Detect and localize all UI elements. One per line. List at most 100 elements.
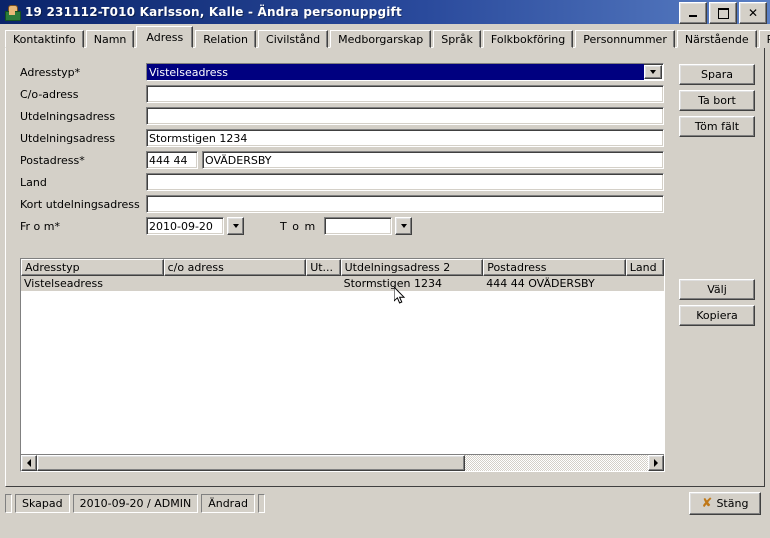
tab-adress[interactable]: Adress: [136, 26, 194, 48]
valj-button[interactable]: Välj: [679, 279, 755, 300]
chevron-right-icon: [654, 459, 658, 467]
field-row-kort-utdelningsadress: Kort utdelningsadress: [20, 195, 665, 213]
tab-narstaende[interactable]: Närstående: [676, 30, 757, 48]
kort-utdelningsadress-input[interactable]: [146, 195, 664, 213]
tab-page-adress: Adresstyp* Vistelseadress C/o-adress Utd…: [5, 47, 765, 487]
window-controls: ✕: [679, 2, 767, 24]
postadress-city-input[interactable]: OVÄDERSBY: [202, 151, 664, 169]
tab-sprak[interactable]: Språk: [433, 30, 481, 48]
utdelningsadress-1-input[interactable]: [146, 107, 664, 125]
person-icon: [4, 4, 21, 21]
kopiera-label: Kopiera: [696, 309, 738, 322]
table-row[interactable]: Vistelseadress Stormstigen 1234 444 44 O…: [21, 276, 664, 291]
tom-date-input[interactable]: [324, 217, 393, 235]
window-title: 19 231112-T010 Karlsson, Kalle - Ändra p…: [25, 5, 402, 19]
minimize-icon: [689, 15, 697, 17]
tab-label: Referensperson: [767, 33, 770, 46]
kopiera-button[interactable]: Kopiera: [679, 305, 755, 326]
scrollbar-track[interactable]: [37, 455, 648, 471]
stang-button[interactable]: ✘ Stäng: [689, 492, 761, 515]
tab-civilstand[interactable]: Civilstånd: [258, 30, 329, 48]
maximize-button[interactable]: [709, 2, 737, 24]
label-kort-utdelningsadress: Kort utdelningsadress: [20, 197, 140, 211]
status-bar: Skapad 2010-09-20 / ADMIN Ändrad: [5, 492, 765, 514]
close-icon: ✕: [747, 6, 759, 20]
from-date-picker-button[interactable]: [227, 217, 244, 235]
cell-ut: [306, 276, 340, 291]
tab-label: Namn: [93, 32, 127, 46]
tab-label: Adress: [146, 30, 184, 44]
scrollbar-thumb[interactable]: [37, 455, 465, 471]
valj-label: Välj: [707, 283, 727, 296]
grid-column-ut[interactable]: Ut...: [306, 259, 341, 276]
chevron-left-icon: [27, 459, 31, 467]
tab-referensperson[interactable]: Referensperson: [758, 30, 770, 48]
from-date-input[interactable]: 2010-09-20: [146, 217, 224, 235]
tab-label: Folkbokföring: [490, 32, 566, 46]
maximize-icon: [717, 7, 729, 19]
tom-date-picker-button[interactable]: [395, 217, 413, 235]
close-window-button[interactable]: ✕: [739, 2, 767, 24]
grid-column-land[interactable]: Land: [625, 259, 664, 276]
field-row-utdelningsadress-1: Utdelningsadress: [20, 107, 665, 125]
adresstyp-combobox[interactable]: Vistelseadress: [146, 63, 664, 81]
utdelningsadress-2-input[interactable]: Stormstigen 1234: [146, 129, 664, 147]
tab-relation[interactable]: Relation: [195, 30, 257, 48]
tab-label: Närstående: [684, 32, 749, 46]
stang-label: Stäng: [716, 497, 749, 510]
spara-button[interactable]: Spara: [679, 64, 755, 85]
list-button-group: Välj Kopiera: [679, 279, 755, 326]
status-pane-created-info: 2010-09-20 / ADMIN: [72, 493, 199, 513]
postadress-zip-input[interactable]: 444 44: [146, 151, 198, 169]
label-from: Fr o m*: [20, 219, 60, 233]
label-land: Land: [20, 175, 47, 189]
cell-postadress: 444 44 OVÄDERSBY: [486, 277, 595, 290]
tab-kontaktinfo[interactable]: Kontaktinfo: [5, 30, 84, 48]
address-form: Adresstyp* Vistelseadress C/o-adress Utd…: [20, 63, 665, 239]
tab-strip: Kontaktinfo Namn Adress Relation Civilst…: [5, 26, 770, 48]
action-button-group: Spara Ta bort Töm fält: [679, 64, 755, 137]
tab-namn[interactable]: Namn: [85, 30, 135, 48]
grid-column-co-adress[interactable]: c/o adress: [163, 259, 307, 276]
field-row-adresstyp: Adresstyp* Vistelseadress: [20, 63, 665, 81]
grid-column-utdelningsadress-2[interactable]: Utdelningsadress 2: [340, 259, 484, 276]
grid-horizontal-scrollbar[interactable]: [21, 454, 664, 471]
status-pane-andrad: Ändrad: [201, 493, 255, 513]
grid-column-adresstyp[interactable]: Adresstyp: [21, 259, 164, 276]
spara-label: Spara: [701, 68, 733, 81]
grid-column-postadress[interactable]: Postadress: [483, 259, 626, 276]
co-adress-input[interactable]: [146, 85, 664, 103]
title-bar: 19 231112-T010 Karlsson, Kalle - Ändra p…: [0, 0, 770, 24]
tom-falt-button[interactable]: Töm fält: [679, 116, 755, 137]
field-row-land: Land: [20, 173, 665, 191]
field-row-dates: Fr o m* 2010-09-20 T o m: [20, 217, 665, 235]
adresstyp-dropdown-button[interactable]: [644, 65, 662, 79]
tab-label: Relation: [203, 32, 249, 46]
land-input[interactable]: [146, 173, 664, 191]
minimize-button[interactable]: [679, 2, 707, 24]
field-row-co-adress: C/o-adress: [20, 85, 665, 103]
x-icon: ✘: [701, 496, 713, 511]
field-row-utdelningsadress-2: Utdelningsadress Stormstigen 1234: [20, 129, 665, 147]
status-pane-spacer: [5, 493, 12, 513]
status-pane-spacer-end: [257, 493, 265, 513]
tab-folkbokforing[interactable]: Folkbokföring: [482, 30, 574, 48]
grid-body: Vistelseadress Stormstigen 1234 444 44 O…: [21, 276, 664, 454]
cell-utdelningsadress-2: Stormstigen 1234: [343, 277, 442, 290]
label-utdelningsadress-2: Utdelningsadress: [20, 131, 116, 145]
address-list-grid[interactable]: Adresstyp c/o adress Ut... Utdelningsadr…: [20, 258, 665, 472]
tom-falt-label: Töm fält: [694, 120, 740, 133]
scroll-left-button[interactable]: [21, 455, 37, 471]
grid-header-row: Adresstyp c/o adress Ut... Utdelningsadr…: [21, 259, 664, 276]
tab-label: Medborgarskap: [338, 32, 424, 46]
label-postadress: Postadress*: [20, 153, 85, 167]
ta-bort-button[interactable]: Ta bort: [679, 90, 755, 111]
ta-bort-label: Ta bort: [698, 94, 736, 107]
cell-adresstyp: Vistelseadress: [24, 277, 103, 290]
scroll-right-button[interactable]: [648, 455, 664, 471]
application-window: 19 231112-T010 Karlsson, Kalle - Ändra p…: [0, 0, 770, 538]
adresstyp-value: Vistelseadress: [147, 64, 644, 80]
tab-medborgarskap[interactable]: Medborgarskap: [330, 30, 432, 48]
tab-label: Språk: [441, 32, 473, 46]
tab-personnummer[interactable]: Personnummer: [575, 30, 675, 48]
